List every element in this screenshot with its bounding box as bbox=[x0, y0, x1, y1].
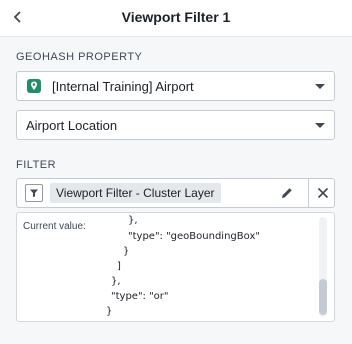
object-type-select[interactable]: [Internal Training] Airport bbox=[16, 71, 335, 101]
code-line: }, bbox=[128, 215, 138, 226]
caret-down-icon bbox=[315, 123, 325, 128]
code-line: } bbox=[123, 246, 130, 257]
panel-header: Viewport Filter 1 bbox=[0, 0, 352, 37]
filter-label: FILTER bbox=[16, 159, 57, 171]
close-icon bbox=[317, 187, 329, 199]
scrollbar-thumb[interactable] bbox=[319, 279, 327, 315]
panel-title: Viewport Filter 1 bbox=[121, 9, 231, 25]
panel-body: GEOHASH PROPERTY [Internal Training] Air… bbox=[0, 37, 352, 344]
caret-down-icon bbox=[315, 84, 325, 89]
property-value: Airport Location bbox=[26, 118, 118, 133]
property-select[interactable]: Airport Location bbox=[16, 110, 335, 140]
object-type-value: [Internal Training] Airport bbox=[52, 79, 194, 94]
filter-icon bbox=[25, 184, 43, 202]
current-value-label: Current value: bbox=[23, 221, 86, 232]
filter-tag[interactable]: Viewport Filter - Cluster Layer bbox=[50, 183, 221, 203]
code-line: "type": "geoBoundingBox" bbox=[128, 231, 260, 242]
code-line: } bbox=[106, 306, 113, 317]
current-value-box[interactable]: Current value: }, "type": "geoBoundingBo… bbox=[16, 212, 335, 322]
clear-filter-button[interactable] bbox=[313, 183, 333, 203]
filter-input[interactable]: Viewport Filter - Cluster Layer bbox=[16, 178, 335, 208]
pencil-icon bbox=[282, 188, 292, 198]
divider bbox=[308, 179, 309, 207]
geohash-property-label: GEOHASH PROPERTY bbox=[16, 51, 143, 63]
map-pin-icon bbox=[27, 79, 41, 93]
code-line: }, bbox=[111, 276, 121, 287]
edit-filter-button[interactable] bbox=[277, 183, 297, 203]
code-line: "type": "or" bbox=[111, 291, 169, 302]
code-line: ] bbox=[117, 261, 121, 272]
